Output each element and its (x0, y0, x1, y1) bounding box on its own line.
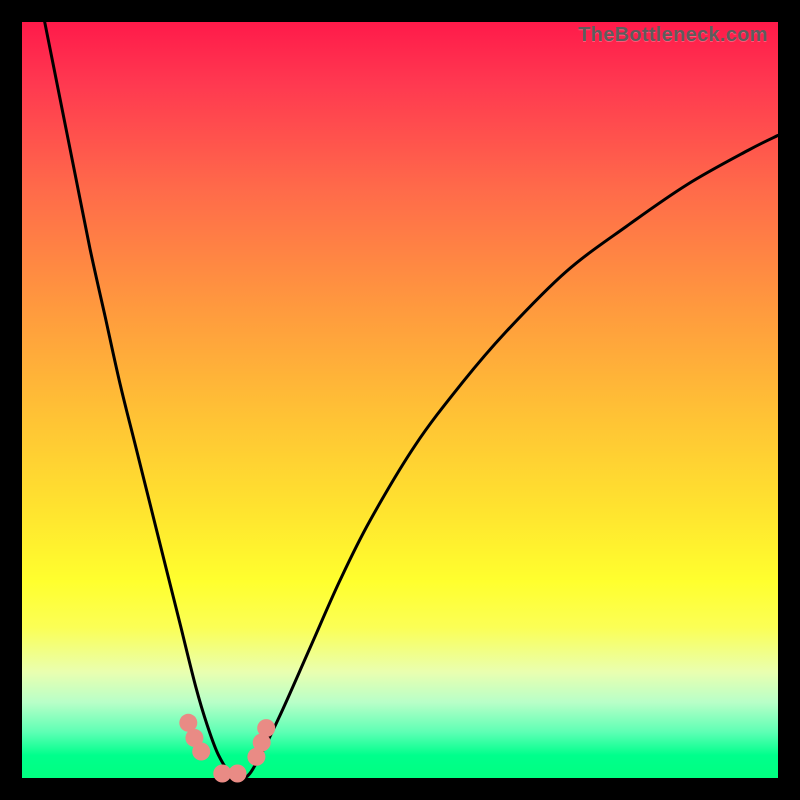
curve-marker (229, 765, 247, 783)
curve-path (45, 22, 778, 780)
bottleneck-curve (22, 22, 778, 778)
curve-marker (192, 743, 210, 761)
curve-markers (179, 714, 275, 783)
curve-marker (257, 719, 275, 737)
chart-plot-area: TheBottleneck.com (22, 22, 778, 778)
